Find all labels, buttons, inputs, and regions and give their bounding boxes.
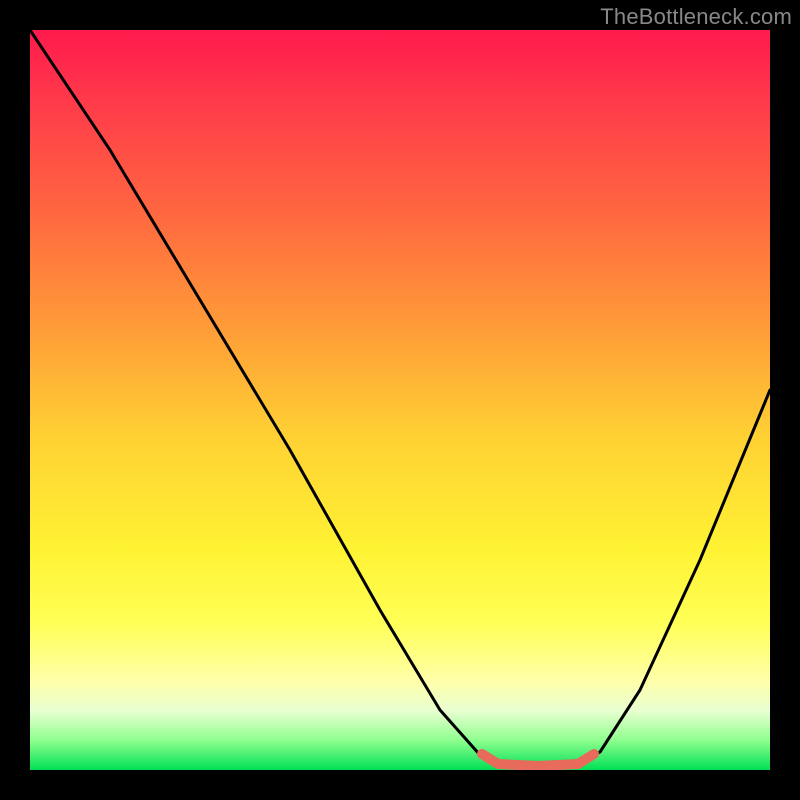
plot-area — [30, 30, 770, 770]
chart-frame: TheBottleneck.com — [0, 0, 800, 800]
chart-svg — [30, 30, 770, 770]
bottleneck-curve-line — [30, 30, 770, 768]
optimal-range-marker — [482, 754, 594, 766]
watermark-text: TheBottleneck.com — [600, 4, 792, 30]
